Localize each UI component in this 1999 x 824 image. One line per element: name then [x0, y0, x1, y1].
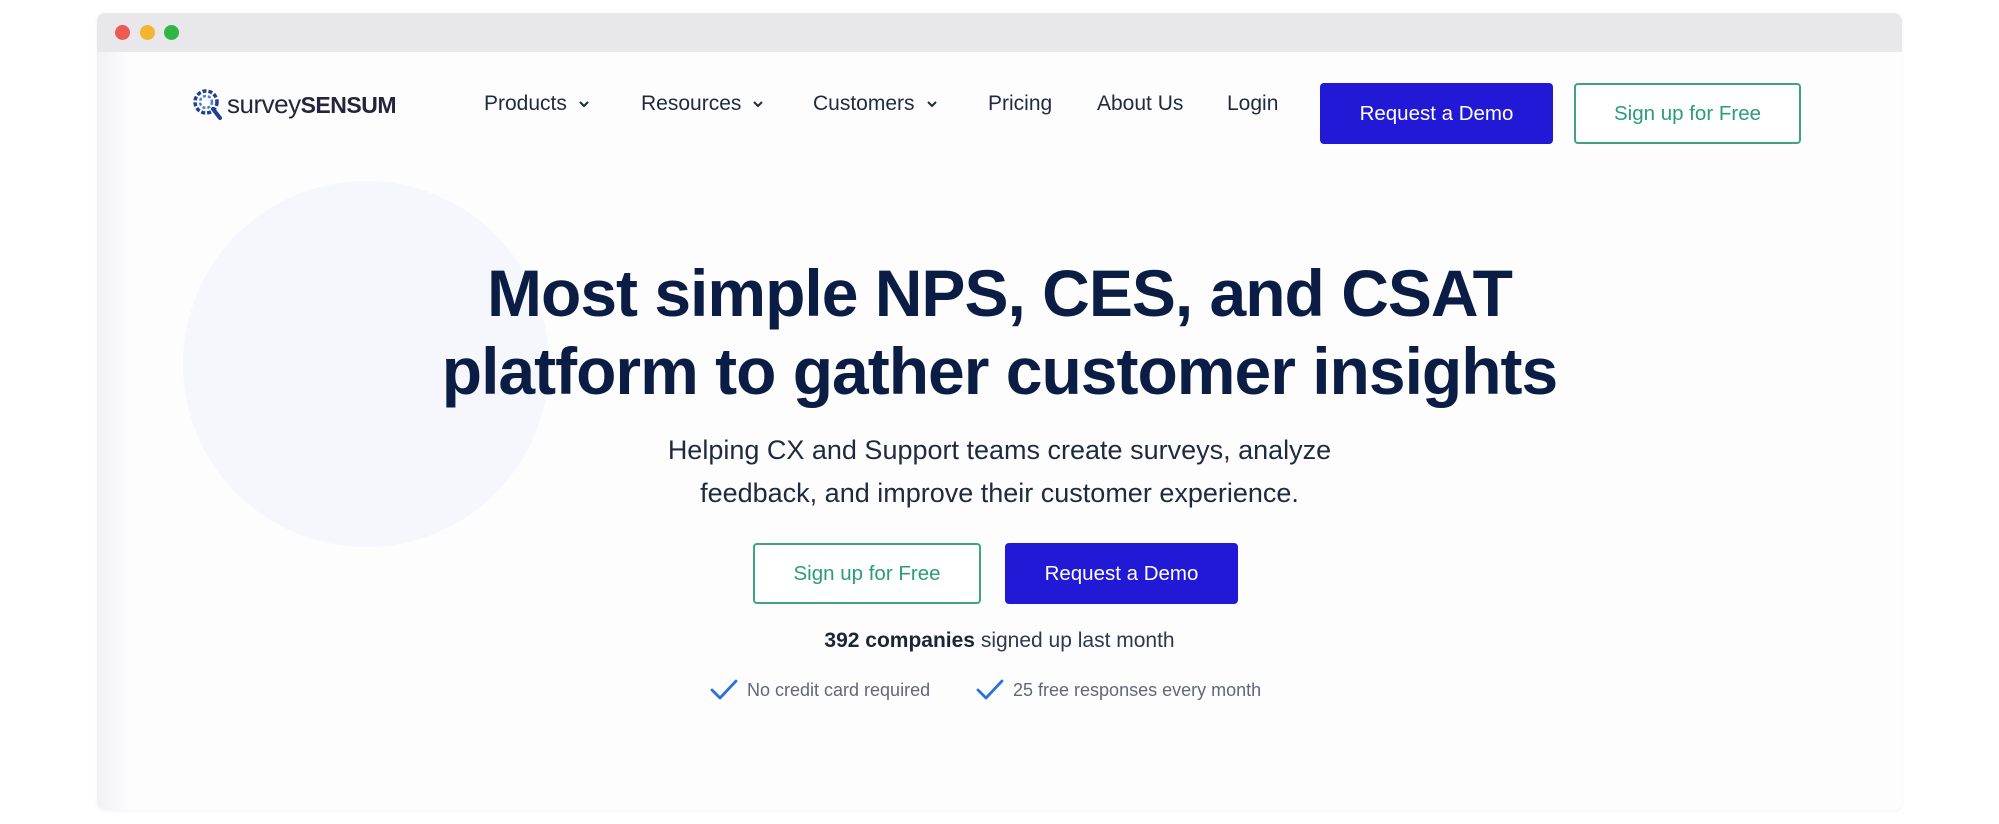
nav-resources[interactable]: Resources [641, 91, 765, 117]
surveysensum-logo-icon [193, 89, 222, 120]
nav-products[interactable]: Products [484, 91, 591, 117]
hero-subhead-line1: Helping CX and Support teams create surv… [667, 435, 1332, 465]
hero-headline-line1: Most simple NPS, CES, and CSAT [487, 256, 1513, 330]
nav-pricing-label: Pricing [988, 92, 1053, 115]
hero-request-demo-button[interactable]: Request a Demo [1005, 543, 1238, 604]
check-icon [710, 679, 738, 700]
landing-page: surveySENSUM Products Resources Customer… [97, 52, 1902, 810]
hero-signup-button[interactable]: Sign up for Free [753, 543, 981, 604]
chevron-down-icon [579, 101, 589, 108]
companies-suffix: signed up last month [974, 629, 1175, 652]
logo-text: surveySENSUM [227, 89, 396, 120]
nav-products-label: Products [484, 92, 567, 115]
header-request-demo-button[interactable]: Request a Demo [1320, 83, 1553, 144]
check-icon [976, 679, 1004, 700]
nav-about-us[interactable]: About Us [1097, 91, 1183, 117]
companies-count: 392 companies [824, 629, 975, 652]
hero-headline-line2: platform to gather customer insights [441, 334, 1558, 408]
minimize-window-button[interactable] [140, 25, 155, 40]
feature-free-responses: 25 free responses every month [976, 678, 1261, 702]
logo-text-survey: survey [227, 88, 301, 119]
nav-about-us-label: About Us [1097, 92, 1184, 115]
chevron-down-icon [926, 101, 937, 108]
window-titlebar [97, 13, 1902, 52]
header-signup-button[interactable]: Sign up for Free [1574, 83, 1801, 144]
feature-no-credit-card: No credit card required [710, 678, 930, 702]
nav-customers[interactable]: Customers [813, 91, 939, 117]
nav-login[interactable]: Login [1227, 91, 1278, 117]
nav-pricing[interactable]: Pricing [988, 91, 1052, 117]
surveysensum-logo[interactable]: surveySENSUM [190, 85, 396, 123]
feature-no-credit-card-label: No credit card required [747, 679, 931, 700]
nav-login-label: Login [1227, 92, 1279, 115]
chevron-down-icon [753, 101, 764, 108]
close-window-button[interactable] [115, 25, 130, 40]
browser-window: surveySENSUM Products Resources Customer… [97, 13, 1902, 810]
hero-subhead-line2: feedback, and improve their customer exp… [700, 478, 1299, 508]
maximize-window-button[interactable] [164, 25, 179, 40]
signup-count-text: 392 companies signed up last month [97, 629, 1902, 653]
nav-customers-label: Customers [813, 92, 915, 115]
nav-resources-label: Resources [641, 92, 742, 115]
feature-free-responses-label: 25 free responses every month [1013, 679, 1262, 700]
logo-text-sensum: SENSUM [300, 91, 397, 118]
